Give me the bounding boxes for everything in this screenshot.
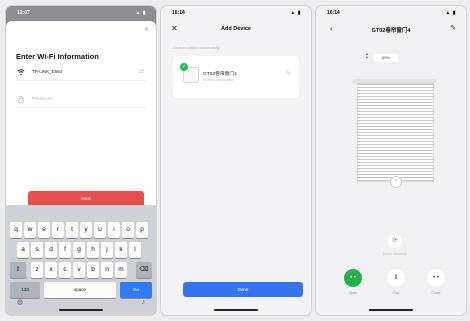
- password-field[interactable]: Password: [16, 93, 146, 108]
- backspace-key[interactable]: ⌫: [136, 262, 152, 278]
- key-b[interactable]: b: [87, 262, 99, 278]
- key-h[interactable]: h: [87, 242, 99, 258]
- keyboard: q w e r t y u i o p a s d f g h j k l ⇧ …: [6, 205, 156, 315]
- nav-bar: ‹ GT02卷帘窗门4 ✎: [316, 22, 466, 38]
- microphone-icon[interactable]: ♪: [142, 299, 146, 306]
- curtain-drag-handle[interactable]: ⌃: [390, 176, 402, 188]
- edit-icon[interactable]: ✎: [450, 24, 456, 32]
- signal-icon: ▲ ▮: [445, 10, 456, 16]
- stop-label: Stop: [392, 291, 400, 295]
- key-x[interactable]: x: [45, 262, 57, 278]
- close-label: Close: [431, 291, 441, 295]
- key-a[interactable]: a: [17, 242, 29, 258]
- status-time: 12:07: [17, 10, 30, 16]
- key-q[interactable]: q: [10, 222, 22, 238]
- status-bar: 12:07 ▲ ▮: [6, 6, 156, 19]
- key-m[interactable]: m: [115, 262, 127, 278]
- key-w[interactable]: w: [24, 222, 36, 238]
- home-indicator: [214, 309, 258, 311]
- globe-icon[interactable]: ◍: [17, 298, 23, 306]
- signal-icon: ▲ ▮: [135, 10, 146, 16]
- key-d[interactable]: d: [45, 242, 57, 258]
- keyboard-row-4: 123 space Go: [6, 282, 156, 298]
- key-c[interactable]: c: [59, 262, 71, 278]
- device-card[interactable]: ✓ GT02卷帘窗门4 Added successfully ✎: [173, 56, 299, 98]
- key-t[interactable]: t: [66, 222, 78, 238]
- open-button[interactable]: • •: [344, 269, 362, 287]
- wifi-icon: [17, 69, 25, 76]
- key-l[interactable]: l: [129, 242, 141, 258]
- key-p[interactable]: p: [136, 222, 148, 238]
- keyboard-row-1: q w e r t y u i o p: [6, 222, 156, 238]
- stop-button[interactable]: ‖: [387, 269, 405, 287]
- status-bar: 16:14 ▲ ▮: [161, 6, 311, 19]
- add-device-screen: 16:14 ▲ ▮ ✕ Add Device Devices added suc…: [161, 6, 311, 315]
- key-u[interactable]: u: [94, 222, 106, 238]
- edit-pen-icon[interactable]: ✎: [286, 70, 291, 77]
- go-key[interactable]: Go: [120, 282, 152, 298]
- curtain-control-screen: 16:14 ▲ ▮ ‹ GT02卷帘窗门4 ✎ ▲ ▼ 65% ⌃ ⟳ Motor…: [316, 6, 466, 315]
- reverse-icon[interactable]: ⟳: [388, 234, 402, 248]
- page-title: Enter Wi-Fi Information: [16, 52, 99, 61]
- key-n[interactable]: n: [101, 262, 113, 278]
- numbers-key[interactable]: 123: [10, 282, 40, 298]
- signal-icon: ▲ ▮: [290, 10, 301, 16]
- keyboard-row-2: a s d f g h j k l: [6, 242, 156, 258]
- key-i[interactable]: i: [108, 222, 120, 238]
- key-o[interactable]: o: [122, 222, 134, 238]
- percent-label: 65%: [374, 54, 398, 62]
- nav-bar: ✕ Add Device: [161, 22, 311, 38]
- wifi-sheet: ✕ Enter Wi-Fi Information TP-LINK_E564 ⇄…: [6, 21, 156, 207]
- keyboard-row-3: ⇧ z x c v b n m ⌫: [6, 262, 156, 278]
- password-placeholder: Password: [32, 96, 52, 101]
- ssid-value: TP-LINK_E564: [32, 69, 63, 74]
- key-g[interactable]: g: [73, 242, 85, 258]
- home-indicator: [369, 309, 413, 311]
- curtain-slats[interactable]: [357, 83, 434, 182]
- key-z[interactable]: z: [31, 262, 43, 278]
- status-time: 16:14: [327, 10, 340, 16]
- key-r[interactable]: r: [52, 222, 64, 238]
- device-status: Added successfully: [203, 78, 233, 82]
- wifi-ssid-field[interactable]: TP-LINK_E564 ⇄: [16, 66, 146, 81]
- lock-icon: [18, 96, 24, 103]
- wifi-screen: 12:07 ▲ ▮ ✕ Enter Wi-Fi Information TP-L…: [6, 6, 156, 315]
- key-y[interactable]: y: [80, 222, 92, 238]
- key-v[interactable]: v: [73, 262, 85, 278]
- page-title: GT02卷帘窗门4: [371, 28, 411, 34]
- status-time: 16:14: [172, 10, 185, 16]
- percent-adjust-icon[interactable]: ▲ ▼: [365, 52, 369, 60]
- swap-icon[interactable]: ⇄: [139, 68, 144, 75]
- close-button[interactable]: • •: [427, 269, 445, 287]
- status-bar: 16:14 ▲ ▮: [316, 6, 466, 19]
- success-check-icon: ✓: [180, 63, 188, 71]
- space-key[interactable]: space: [44, 282, 116, 298]
- page-title: Add Device: [221, 26, 251, 32]
- key-s[interactable]: s: [31, 242, 43, 258]
- section-label: Devices added successfully: [173, 46, 220, 50]
- device-name: GT02卷帘窗门4: [203, 72, 237, 77]
- done-button[interactable]: Done: [183, 282, 303, 297]
- reverse-label: Motor Direction: [383, 252, 407, 256]
- home-indicator: [59, 309, 103, 311]
- close-icon[interactable]: ✕: [144, 26, 149, 33]
- open-label: Open: [348, 291, 358, 295]
- shift-key[interactable]: ⇧: [10, 262, 26, 278]
- key-e[interactable]: e: [38, 222, 50, 238]
- key-k[interactable]: k: [115, 242, 127, 258]
- key-j[interactable]: j: [101, 242, 113, 258]
- key-f[interactable]: f: [59, 242, 71, 258]
